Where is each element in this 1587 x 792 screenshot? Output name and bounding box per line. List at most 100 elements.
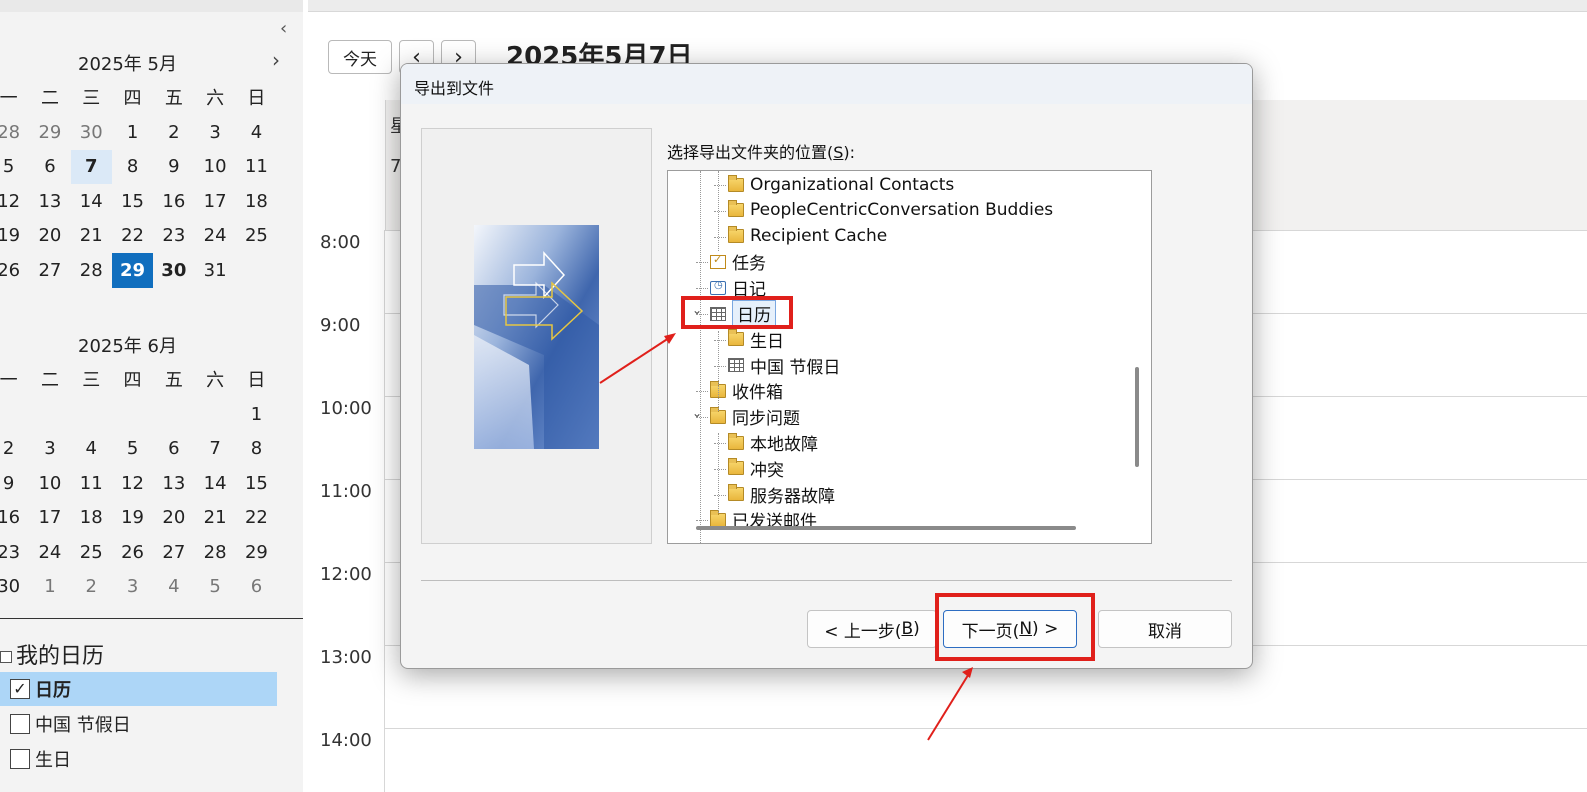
day-cell[interactable]: 18 — [236, 184, 277, 219]
tree-item[interactable]: 收件箱 — [710, 378, 783, 403]
calendar-item-china-holidays[interactable]: 中国 节假日 — [0, 707, 277, 741]
day-cell[interactable]: 23 — [153, 219, 194, 254]
day-cell[interactable]: 25 — [71, 535, 112, 570]
day-cell[interactable]: 1 — [29, 570, 70, 605]
day-cell[interactable]: 24 — [194, 219, 235, 254]
day-cell[interactable]: 3 — [194, 115, 235, 150]
day-cell[interactable]: 29 — [111, 253, 154, 288]
day-cell[interactable]: 30 — [71, 115, 112, 150]
dialog-titlebar[interactable]: 导出到文件 — [401, 64, 1252, 104]
vertical-scrollbar[interactable] — [1135, 367, 1139, 467]
day-cell[interactable]: 28 — [0, 115, 29, 150]
day-cell[interactable]: 11 — [236, 150, 277, 185]
day-cell[interactable]: 4 — [236, 115, 277, 150]
day-cell[interactable]: 29 — [29, 115, 70, 150]
day-cell[interactable]: 4 — [153, 570, 194, 605]
day-cell[interactable]: 21 — [194, 501, 235, 536]
day-cell[interactable]: 3 — [112, 570, 153, 605]
day-cell[interactable]: 13 — [29, 184, 70, 219]
day-cell[interactable]: 17 — [194, 184, 235, 219]
tree-item[interactable]: 服务器故障 — [728, 482, 835, 507]
day-cell[interactable]: 23 — [0, 535, 29, 570]
checkbox-unchecked[interactable] — [10, 714, 30, 734]
day-cell[interactable]: 14 — [194, 466, 235, 501]
day-cell[interactable]: 10 — [194, 150, 235, 185]
day-cell[interactable]: 19 — [112, 501, 153, 536]
day-cell[interactable]: 12 — [112, 466, 153, 501]
day-cell[interactable]: 12 — [0, 184, 29, 219]
tree-item[interactable]: Organizational Contacts — [728, 172, 954, 197]
tree-item[interactable]: 冲突 — [728, 456, 784, 481]
day-cell[interactable]: 6 — [153, 432, 194, 467]
day-cell[interactable]: 28 — [71, 253, 112, 288]
calendar-item-calendar[interactable]: ✓ 日历 — [0, 672, 277, 706]
group-collapse-icon[interactable] — [0, 651, 12, 663]
tree-item[interactable]: PeopleCentricConversation Buddies — [728, 198, 1053, 223]
day-cell[interactable]: 26 — [0, 253, 29, 288]
day-cell[interactable]: 28 — [194, 535, 235, 570]
day-cell[interactable]: 7 — [70, 149, 112, 184]
day-cell[interactable]: 31 — [194, 253, 235, 288]
day-cell[interactable]: 30 — [153, 253, 194, 288]
cancel-button[interactable]: 取消 — [1098, 610, 1232, 648]
day-cell[interactable]: 9 — [153, 150, 194, 185]
my-calendars-group[interactable]: 我的日历 — [0, 638, 104, 670]
day-cell[interactable]: 20 — [153, 501, 194, 536]
day-cell[interactable]: 22 — [236, 501, 277, 536]
day-cell[interactable]: 5 — [112, 432, 153, 467]
day-cell[interactable]: 10 — [29, 466, 70, 501]
day-cell[interactable]: 4 — [71, 432, 112, 467]
day-cell[interactable]: 9 — [0, 466, 29, 501]
collapse-pane-icon[interactable]: ‹ — [280, 18, 287, 39]
day-cell[interactable]: 6 — [29, 150, 70, 185]
day-cell[interactable]: 25 — [236, 219, 277, 254]
day-cell[interactable]: 16 — [153, 184, 194, 219]
day-cell[interactable]: 14 — [71, 184, 112, 219]
day-cell[interactable]: 18 — [71, 501, 112, 536]
day-cell[interactable]: 1 — [236, 397, 277, 432]
calendar-item-birthdays[interactable]: 生日 — [0, 742, 277, 776]
day-cell[interactable]: 20 — [29, 219, 70, 254]
day-cell[interactable]: 8 — [112, 150, 153, 185]
day-cell[interactable]: 24 — [29, 535, 70, 570]
day-cell[interactable]: 22 — [112, 219, 153, 254]
next-month-icon[interactable]: › — [272, 48, 280, 72]
day-cell[interactable]: 2 — [0, 432, 29, 467]
day-cell[interactable]: 3 — [29, 432, 70, 467]
day-cell[interactable]: 15 — [112, 184, 153, 219]
day-cell[interactable]: 1 — [112, 115, 153, 150]
folder-tree[interactable]: Organizational Contacts PeopleCentricConv… — [667, 170, 1152, 544]
day-cell[interactable]: 27 — [29, 253, 70, 288]
today-button[interactable]: 今天 — [328, 40, 392, 74]
tree-item[interactable]: 本地故障 — [728, 430, 818, 455]
day-cell[interactable]: 5 — [194, 570, 235, 605]
tree-item[interactable]: 同步问题 — [710, 404, 800, 429]
tree-item[interactable]: 中国 节假日 — [728, 353, 840, 378]
day-cell[interactable]: 21 — [71, 219, 112, 254]
day-cell[interactable]: 8 — [236, 432, 277, 467]
day-cell[interactable]: 5 — [0, 150, 29, 185]
day-cell[interactable]: 2 — [153, 115, 194, 150]
day-cell[interactable]: 13 — [153, 466, 194, 501]
day-cell[interactable]: 11 — [71, 466, 112, 501]
day-cell[interactable]: 16 — [0, 501, 29, 536]
day-cell[interactable]: 19 — [0, 219, 29, 254]
weekday-header: 二 — [40, 88, 59, 109]
day-cell[interactable]: 27 — [153, 535, 194, 570]
day-cell[interactable]: 15 — [236, 466, 277, 501]
tree-item[interactable]: Recipient Cache — [728, 224, 887, 249]
day-cell[interactable]: 30 — [0, 570, 29, 605]
day-cell[interactable]: 7 — [194, 432, 235, 467]
day-cell[interactable]: 26 — [112, 535, 153, 570]
day-cell[interactable]: 6 — [236, 570, 277, 605]
tree-item[interactable]: 生日 — [728, 327, 784, 352]
checkbox-checked[interactable]: ✓ — [10, 679, 30, 699]
day-cell[interactable]: 17 — [29, 501, 70, 536]
day-cell[interactable]: 29 — [236, 535, 277, 570]
day-cell[interactable]: 2 — [71, 570, 112, 605]
back-button[interactable]: < 上一步(B) — [807, 610, 937, 648]
tree-item[interactable]: 任务 — [710, 249, 766, 274]
checkbox-unchecked[interactable] — [10, 749, 30, 769]
horizontal-scrollbar[interactable] — [696, 526, 1076, 530]
hour-gridline[interactable] — [385, 728, 1587, 729]
